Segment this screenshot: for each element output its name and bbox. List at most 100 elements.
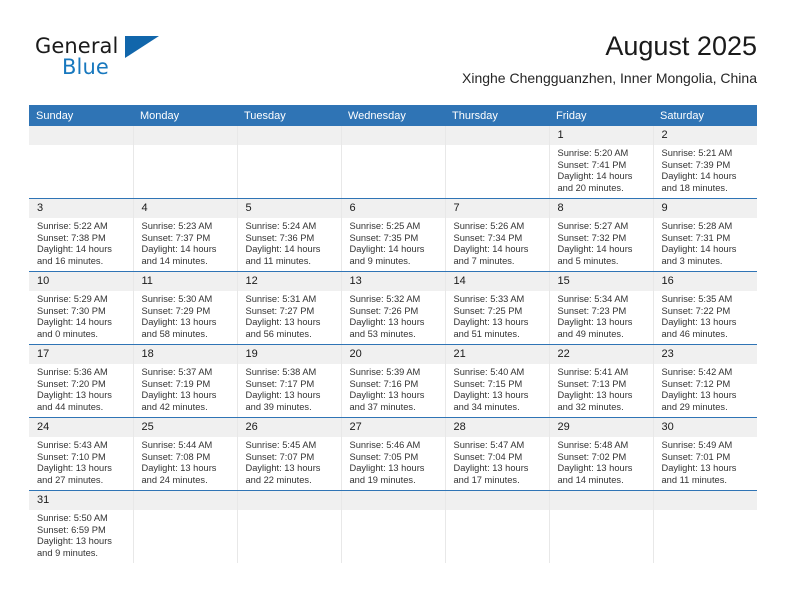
sunset-time: Sunset: 7:20 PM (37, 378, 106, 389)
calendar-empty-cell (340, 126, 446, 199)
daylight-line-1: Daylight: 13 hours (453, 390, 529, 401)
sunrise-time: Sunrise: 5:31 AM (245, 294, 317, 304)
day-details: Sunrise: 5:24 AM Sunset: 7:36 PM Daylight:… (238, 218, 341, 267)
sunset-time: Sunset: 7:13 PM (557, 378, 627, 389)
calendar-body: 1 Sunrise: 5:20 AM Sunset: 7:41 PM Daylight… (29, 126, 757, 563)
sunset-time: Sunset: 7:35 PM (349, 232, 419, 243)
day-number: 25 (133, 418, 237, 437)
daylight-line-2: and 0 minutes. (37, 328, 98, 339)
calendar-empty-cell (444, 490, 550, 563)
day-number: 1 (549, 126, 653, 145)
day-number: 6 (341, 199, 445, 218)
calendar-day-cell[interactable]: 21 Sunrise: 5:40 AM Sunset: 7:15 PM Dayligh… (444, 344, 550, 418)
sunset-time: Sunset: 7:07 PM (245, 451, 315, 462)
sunset-time: Sunset: 7:02 PM (557, 451, 627, 462)
calendar-day-cell[interactable]: 7 Sunrise: 5:26 AM Sunset: 7:34 PM Daylight… (444, 198, 550, 272)
calendar-day-cell[interactable]: 30 Sunrise: 5:49 AM Sunset: 7:01 PM Dayligh… (652, 417, 757, 491)
general-blue-logo[interactable]: General Blue (35, 34, 245, 94)
sunset-time: Sunset: 7:36 PM (245, 232, 315, 243)
day-details: Sunrise: 5:34 AM Sunset: 7:23 PM Daylight:… (550, 291, 653, 340)
daylight-line-2: and 3 minutes. (661, 255, 723, 266)
daylight-line-2: and 56 minutes. (245, 328, 312, 339)
daylight-line-2: and 29 minutes. (661, 401, 728, 412)
day-details: Sunrise: 5:33 AM Sunset: 7:25 PM Daylight:… (446, 291, 549, 340)
daylight-line-1: Daylight: 13 hours (661, 390, 737, 401)
calendar-day-cell[interactable]: 3 Sunrise: 5:22 AM Sunset: 7:38 PM Daylight… (29, 198, 134, 272)
day-number: 14 (445, 272, 549, 291)
calendar-day-cell[interactable]: 5 Sunrise: 5:24 AM Sunset: 7:36 PM Daylight… (236, 198, 342, 272)
sunset-time: Sunset: 7:41 PM (557, 159, 627, 170)
sunset-time: Sunset: 7:15 PM (453, 378, 523, 389)
daylight-line-1: Daylight: 13 hours (141, 317, 217, 328)
daylight-line-1: Daylight: 14 hours (557, 171, 633, 182)
sunrise-time: Sunrise: 5:50 AM (37, 513, 108, 523)
calendar-day-cell[interactable]: 13 Sunrise: 5:32 AM Sunset: 7:26 PM Dayligh… (340, 271, 446, 345)
calendar-day-cell[interactable]: 29 Sunrise: 5:48 AM Sunset: 7:02 PM Dayligh… (548, 417, 654, 491)
sunrise-time: Sunrise: 5:49 AM (661, 440, 733, 450)
calendar-day-cell[interactable]: 6 Sunrise: 5:25 AM Sunset: 7:35 PM Daylight… (340, 198, 446, 272)
calendar-week-row: 10 Sunrise: 5:29 AM Sunset: 7:30 PM Dayligh… (29, 271, 757, 345)
calendar-day-cell[interactable]: 15 Sunrise: 5:34 AM Sunset: 7:23 PM Dayligh… (548, 271, 654, 345)
day-number: 24 (29, 418, 133, 437)
day-details: Sunrise: 5:29 AM Sunset: 7:30 PM Daylight:… (29, 291, 133, 340)
sunrise-time: Sunrise: 5:27 AM (557, 221, 629, 231)
sunset-time: Sunset: 7:27 PM (245, 305, 315, 316)
day-number: 22 (549, 345, 653, 364)
daylight-line-1: Daylight: 13 hours (349, 463, 425, 474)
day-number: 31 (29, 491, 133, 510)
page-subtitle: Xinghe Chengguanzhen, Inner Mongolia, Ch… (462, 70, 757, 86)
calendar-day-cell[interactable]: 1 Sunrise: 5:20 AM Sunset: 7:41 PM Daylight… (548, 126, 654, 199)
calendar-day-cell[interactable]: 11 Sunrise: 5:30 AM Sunset: 7:29 PM Dayligh… (132, 271, 238, 345)
calendar-day-cell[interactable]: 19 Sunrise: 5:38 AM Sunset: 7:17 PM Dayligh… (236, 344, 342, 418)
sunset-time: Sunset: 7:12 PM (661, 378, 731, 389)
calendar-day-cell[interactable]: 26 Sunrise: 5:45 AM Sunset: 7:07 PM Dayligh… (236, 417, 342, 491)
daylight-line-1: Daylight: 13 hours (557, 463, 633, 474)
calendar-day-cell[interactable]: 17 Sunrise: 5:36 AM Sunset: 7:20 PM Dayligh… (29, 344, 134, 418)
calendar-day-cell[interactable]: 18 Sunrise: 5:37 AM Sunset: 7:19 PM Dayligh… (132, 344, 238, 418)
calendar-day-cell[interactable]: 10 Sunrise: 5:29 AM Sunset: 7:30 PM Dayligh… (29, 271, 134, 345)
calendar-day-cell[interactable]: 16 Sunrise: 5:35 AM Sunset: 7:22 PM Dayligh… (652, 271, 757, 345)
day-number: 19 (237, 345, 341, 364)
sunrise-time: Sunrise: 5:22 AM (37, 221, 108, 231)
weekday-header-sunday: Sunday (29, 105, 133, 126)
sunrise-time: Sunrise: 5:29 AM (37, 294, 108, 304)
day-number: 12 (237, 272, 341, 291)
day-details: Sunrise: 5:32 AM Sunset: 7:26 PM Daylight:… (342, 291, 445, 340)
day-number: 26 (237, 418, 341, 437)
calendar-day-cell[interactable]: 12 Sunrise: 5:31 AM Sunset: 7:27 PM Dayligh… (236, 271, 342, 345)
daylight-line-1: Daylight: 13 hours (453, 317, 529, 328)
calendar-day-cell[interactable]: 14 Sunrise: 5:33 AM Sunset: 7:25 PM Dayligh… (444, 271, 550, 345)
calendar-day-cell[interactable]: 9 Sunrise: 5:28 AM Sunset: 7:31 PM Daylight… (652, 198, 757, 272)
calendar-day-cell[interactable]: 25 Sunrise: 5:44 AM Sunset: 7:08 PM Dayligh… (132, 417, 238, 491)
title-block: August 2025 Xinghe Chengguanzhen, Inner … (462, 30, 757, 88)
daylight-line-1: Daylight: 13 hours (37, 536, 112, 547)
daylight-line-1: Daylight: 14 hours (661, 244, 737, 255)
calendar-empty-cell (444, 126, 550, 199)
weekday-header-row: Sunday Monday Tuesday Wednesday Thursday… (29, 105, 757, 126)
page-header: General Blue August 2025 Xinghe Chenggua… (35, 30, 757, 96)
day-number: 10 (29, 272, 133, 291)
sunrise-time: Sunrise: 5:37 AM (141, 367, 213, 377)
calendar-day-cell[interactable]: 2 Sunrise: 5:21 AM Sunset: 7:39 PM Daylight… (652, 126, 758, 199)
daylight-line-2: and 9 minutes. (349, 255, 411, 266)
daylight-line-1: Daylight: 13 hours (349, 390, 425, 401)
sunrise-time: Sunrise: 5:23 AM (141, 221, 213, 231)
daylight-line-1: Daylight: 13 hours (661, 463, 737, 474)
day-number: 3 (29, 199, 133, 218)
daylight-line-2: and 18 minutes. (661, 182, 728, 193)
sunset-time: Sunset: 7:32 PM (557, 232, 627, 243)
day-details: Sunrise: 5:20 AM Sunset: 7:41 PM Daylight:… (550, 145, 653, 194)
daylight-line-2: and 9 minutes. (37, 547, 98, 558)
calendar-day-cell[interactable]: 22 Sunrise: 5:41 AM Sunset: 7:13 PM Dayligh… (548, 344, 654, 418)
day-details: Sunrise: 5:45 AM Sunset: 7:07 PM Daylight:… (238, 437, 341, 486)
calendar-day-cell[interactable]: 24 Sunrise: 5:43 AM Sunset: 7:10 PM Dayligh… (29, 417, 134, 491)
calendar-day-cell[interactable]: 23 Sunrise: 5:42 AM Sunset: 7:12 PM Dayligh… (652, 344, 757, 418)
calendar-day-cell[interactable]: 20 Sunrise: 5:39 AM Sunset: 7:16 PM Dayligh… (340, 344, 446, 418)
calendar-day-cell[interactable]: 31 Sunrise: 5:50 AM Sunset: 6:59 PM Dayligh… (29, 490, 134, 563)
calendar-day-cell[interactable]: 8 Sunrise: 5:27 AM Sunset: 7:32 PM Daylight… (548, 198, 654, 272)
calendar-day-cell[interactable]: 28 Sunrise: 5:47 AM Sunset: 7:04 PM Dayligh… (444, 417, 550, 491)
day-details: Sunrise: 5:21 AM Sunset: 7:39 PM Daylight:… (654, 145, 758, 194)
logo-triangle-icon (125, 36, 159, 58)
calendar-day-cell[interactable]: 27 Sunrise: 5:46 AM Sunset: 7:05 PM Dayligh… (340, 417, 446, 491)
calendar-day-cell[interactable]: 4 Sunrise: 5:23 AM Sunset: 7:37 PM Daylight… (132, 198, 238, 272)
